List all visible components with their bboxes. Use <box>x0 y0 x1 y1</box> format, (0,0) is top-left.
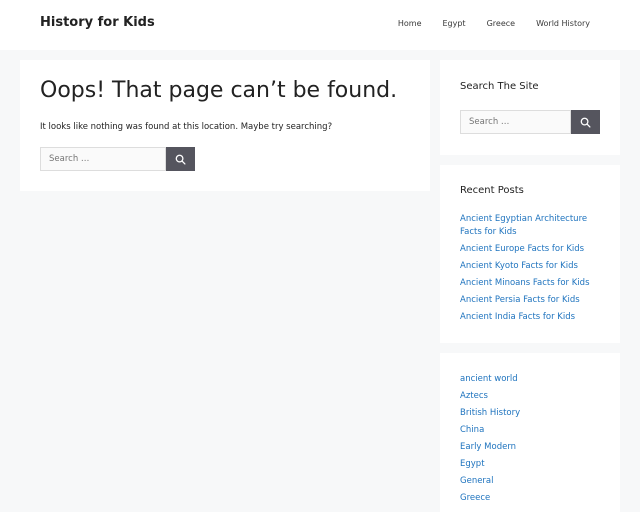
recent-posts-widget: Recent Posts Ancient Egyptian Architectu… <box>440 165 620 343</box>
recent-posts-list: Ancient Egyptian Architecture Facts for … <box>460 213 605 328</box>
sidebar-search-form <box>460 110 600 134</box>
list-item: Ancient Europe Facts for Kids <box>460 243 605 256</box>
category-link[interactable]: Early Modern <box>460 442 516 452</box>
main-search-input[interactable] <box>40 147 166 171</box>
nav-item-greece[interactable]: Greece <box>487 19 515 28</box>
categories-list: ancient world Aztecs British History Chi… <box>460 373 520 509</box>
category-link[interactable]: Aztecs <box>460 391 488 401</box>
list-item: Ancient Kyoto Facts for Kids <box>460 260 605 273</box>
categories-widget: ancient world Aztecs British History Chi… <box>440 353 620 512</box>
category-link[interactable]: Egypt <box>460 459 485 469</box>
category-link[interactable]: Greece <box>460 493 490 503</box>
nav-item-world-history[interactable]: World History <box>536 19 590 28</box>
recent-post-link[interactable]: Ancient India Facts for Kids <box>460 312 575 322</box>
category-link[interactable]: ancient world <box>460 374 518 384</box>
list-item: Early Modern <box>460 441 520 454</box>
main-nav: Home Egypt Greece World History <box>398 19 590 28</box>
list-item: Aztecs <box>460 390 520 403</box>
main-search-button[interactable] <box>166 147 195 171</box>
page-title: Oops! That page can’t be found. <box>40 78 398 103</box>
category-link[interactable]: General <box>460 476 494 486</box>
list-item: Ancient Persia Facts for Kids <box>460 294 605 307</box>
list-item: Egypt <box>460 458 520 471</box>
recent-post-link[interactable]: Ancient Minoans Facts for Kids <box>460 278 590 288</box>
nav-item-home[interactable]: Home <box>398 19 422 28</box>
site-header: History for Kids Home Egypt Greece World… <box>0 0 640 50</box>
recent-post-link[interactable]: Ancient Persia Facts for Kids <box>460 295 580 305</box>
list-item: Greece <box>460 492 520 505</box>
list-item: Ancient Egyptian Architecture Facts for … <box>460 213 605 238</box>
sidebar-search-button[interactable] <box>571 110 600 134</box>
recent-post-link[interactable]: Ancient Kyoto Facts for Kids <box>460 261 578 271</box>
list-item: ancient world <box>460 373 520 386</box>
not-found-card: Oops! That page can’t be found. It looks… <box>20 60 430 191</box>
list-item: Ancient Minoans Facts for Kids <box>460 277 605 290</box>
main-search-form <box>40 147 195 171</box>
recent-posts-title: Recent Posts <box>460 185 524 196</box>
site-title-link[interactable]: History for Kids <box>40 15 155 30</box>
sidebar-search-input[interactable] <box>460 110 571 134</box>
category-link[interactable]: British History <box>460 408 520 418</box>
category-link[interactable]: China <box>460 425 484 435</box>
search-icon <box>175 154 186 165</box>
list-item: Ancient India Facts for Kids <box>460 311 605 324</box>
nav-item-egypt[interactable]: Egypt <box>442 19 465 28</box>
recent-post-link[interactable]: Ancient Europe Facts for Kids <box>460 244 584 254</box>
list-item: British History <box>460 407 520 420</box>
list-item: China <box>460 424 520 437</box>
not-found-message: It looks like nothing was found at this … <box>40 122 333 132</box>
search-widget-title: Search The Site <box>460 81 539 92</box>
search-widget: Search The Site <box>440 60 620 155</box>
search-icon <box>580 117 591 128</box>
recent-post-link[interactable]: Ancient Egyptian Architecture Facts for … <box>460 214 587 237</box>
list-item: General <box>460 475 520 488</box>
